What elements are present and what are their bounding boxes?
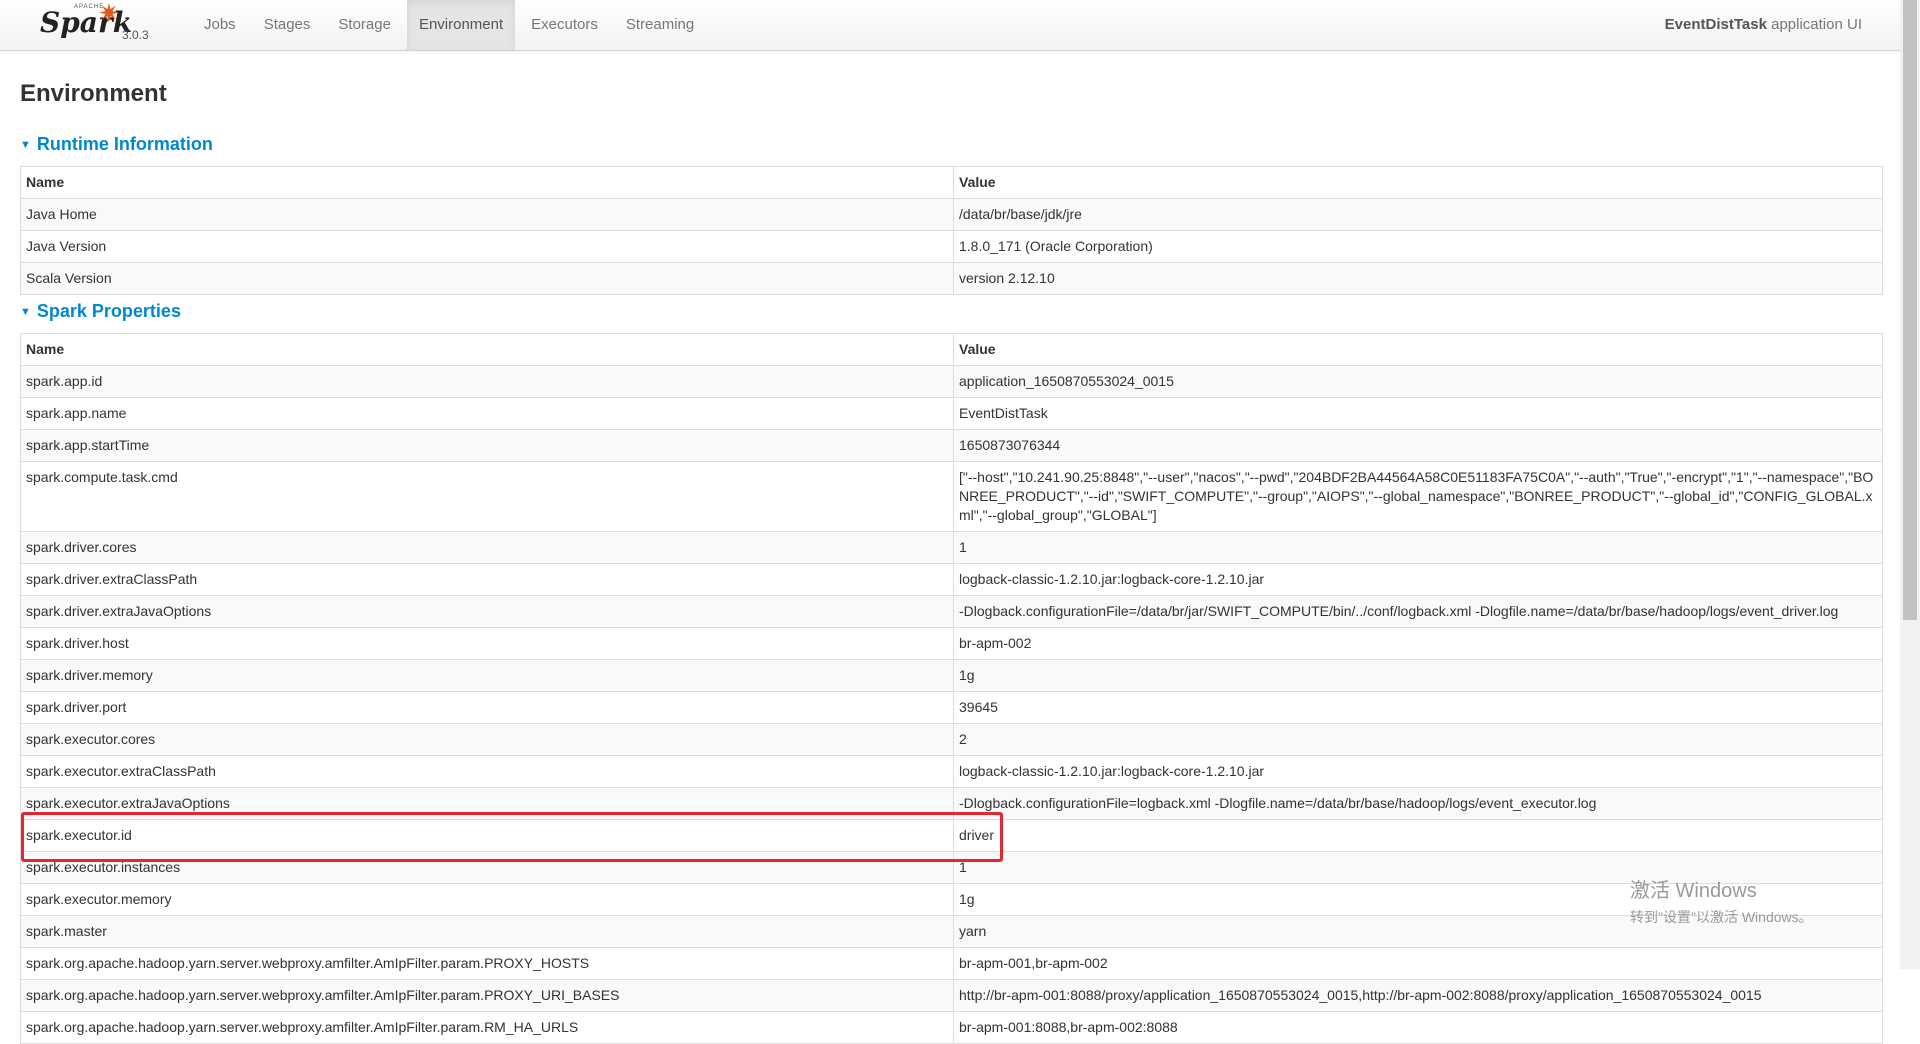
property-name: Scala Version xyxy=(20,262,954,295)
table-row: spark.driver.cores 1 xyxy=(20,531,1883,564)
property-value: application_1650870553024_0015 xyxy=(953,365,1883,398)
tab-executors[interactable]: Executors xyxy=(519,0,610,50)
page-title: Environment xyxy=(20,80,167,107)
vertical-scrollbar[interactable] xyxy=(1900,0,1920,969)
table-row: spark.org.apache.hadoop.yarn.server.webp… xyxy=(20,947,1883,980)
application-name-suffix: application UI xyxy=(1766,16,1862,33)
table-row: spark.org.apache.hadoop.yarn.server.webp… xyxy=(20,1011,1883,1044)
property-value: logback-classic-1.2.10.jar:logback-core-… xyxy=(953,755,1883,788)
spark-logo[interactable]: APACHE Spark ✷ 3.0.3 xyxy=(38,0,158,50)
tab-stages[interactable]: Stages xyxy=(252,0,323,50)
property-name: spark.driver.extraJavaOptions xyxy=(20,595,954,628)
property-value: 1 xyxy=(953,531,1883,564)
property-name: Java Home xyxy=(20,198,954,231)
table-row: spark.driver.port 39645 xyxy=(20,691,1883,724)
table-row: spark.executor.cores 2 xyxy=(20,723,1883,756)
spark-star-icon: ✷ xyxy=(98,0,120,28)
table-header-row: Name Value xyxy=(20,166,1883,199)
property-name: spark.org.apache.hadoop.yarn.server.webp… xyxy=(20,947,954,980)
spark-version: 3.0.3 xyxy=(122,28,149,42)
property-value: EventDistTask xyxy=(953,397,1883,430)
table-row: Java Home/data/br/base/jdk/jre xyxy=(20,198,1883,231)
caret-down-icon: ▼ xyxy=(20,306,31,319)
property-name: spark.master xyxy=(20,915,954,948)
property-value: br-apm-002 xyxy=(953,627,1883,660)
table-row: spark.executor.memory 1g xyxy=(20,883,1883,916)
table-row: spark.compute.task.cmd ["--host","10.241.… xyxy=(20,461,1883,532)
table-row: spark.driver.extraClassPath logback-class… xyxy=(20,563,1883,596)
table-row: spark.app.id application_1650870553024_00… xyxy=(20,365,1883,398)
property-name: spark.driver.host xyxy=(20,627,954,660)
spark-properties-title: Spark Properties xyxy=(36,301,181,321)
property-value: 1.8.0_171 (Oracle Corporation) xyxy=(953,230,1883,263)
property-name: spark.executor.memory xyxy=(20,883,954,916)
property-value: 2 xyxy=(953,723,1883,756)
column-header-value[interactable]: Value xyxy=(953,333,1883,366)
watermark-line1: 激活 Windows xyxy=(1630,880,1757,902)
property-value: /data/br/base/jdk/jre xyxy=(953,198,1883,231)
table-row: spark.org.apache.hadoop.yarn.server.webp… xyxy=(20,979,1883,1012)
property-name: spark.compute.task.cmd xyxy=(20,461,954,532)
runtime-information-title: Runtime Information xyxy=(36,134,213,154)
caret-down-icon: ▼ xyxy=(20,139,31,152)
column-header-value[interactable]: Value xyxy=(953,166,1883,199)
table-header-row: Name Value xyxy=(20,333,1883,366)
table-row: spark.master yarn xyxy=(20,915,1883,948)
property-value: version 2.12.10 xyxy=(953,262,1883,295)
tab-storage[interactable]: Storage xyxy=(326,0,403,50)
application-name: EventDistTask application UI xyxy=(1665,0,1862,50)
watermark-line2: 转到"设置"以激活 Windows。 xyxy=(1630,909,1813,925)
table-row: spark.app.name EventDistTask xyxy=(20,397,1883,430)
property-name: spark.org.apache.hadoop.yarn.server.webp… xyxy=(20,979,954,1012)
spark-properties-toggle[interactable]: ▼ Spark Properties xyxy=(20,301,181,322)
property-value: ["--host","10.241.90.25:8848","--user","… xyxy=(953,461,1883,532)
table-row: spark.app.startTime 1650873076344 xyxy=(20,429,1883,462)
scrollbar-thumb[interactable] xyxy=(1903,0,1917,620)
property-value: -Dlogback.configurationFile=logback.xml … xyxy=(953,787,1883,820)
tab-jobs[interactable]: Jobs xyxy=(192,0,248,50)
table-row: Scala Version version 2.12.10 xyxy=(20,262,1883,295)
property-name: spark.app.startTime xyxy=(20,429,954,462)
property-name: spark.executor.extraClassPath xyxy=(20,755,954,788)
property-value: br-apm-001,br-apm-002 xyxy=(953,947,1883,980)
property-name: Java Version xyxy=(20,230,954,263)
property-name: spark.executor.cores xyxy=(20,723,954,756)
property-name: spark.driver.cores xyxy=(20,531,954,564)
property-value: http://br-apm-001:8088/proxy/application… xyxy=(953,979,1883,1012)
property-name: spark.driver.extraClassPath xyxy=(20,563,954,596)
table-row: spark.executor.extraClassPath logback-cla… xyxy=(20,755,1883,788)
property-value: br-apm-001:8088,br-apm-002:8088 xyxy=(953,1011,1883,1044)
table-row: spark.driver.host br-apm-002 xyxy=(20,627,1883,660)
table-row: Java Version 1.8.0_171 (Oracle Corporatio… xyxy=(20,230,1883,263)
property-value: 39645 xyxy=(953,691,1883,724)
table-row: spark.driver.extraJavaOptions -Dlogback.c… xyxy=(20,595,1883,628)
property-value: 1650873076344 xyxy=(953,429,1883,462)
property-name: spark.app.name xyxy=(20,397,954,430)
property-value: logback-classic-1.2.10.jar:logback-core-… xyxy=(953,563,1883,596)
column-header-name[interactable]: Name xyxy=(20,166,954,199)
property-name: spark.driver.port xyxy=(20,691,954,724)
property-name: spark.org.apache.hadoop.yarn.server.webp… xyxy=(20,1011,954,1044)
spark-properties-table: Name Value spark.app.id application_16508… xyxy=(20,333,1883,1044)
red-highlight-box xyxy=(21,812,1003,862)
application-name-bold: EventDistTask xyxy=(1664,16,1767,33)
windows-activation-watermark: 激活 Windows 转到"设置"以激活 Windows。 xyxy=(1630,874,1813,927)
tab-environment[interactable]: Environment xyxy=(406,0,516,50)
table-row: spark.driver.memory 1g xyxy=(20,659,1883,692)
column-header-name[interactable]: Name xyxy=(20,333,954,366)
property-name: spark.driver.memory xyxy=(20,659,954,692)
property-name: spark.app.id xyxy=(20,365,954,398)
property-value: 1g xyxy=(953,659,1883,692)
tab-streaming[interactable]: Streaming xyxy=(614,0,706,50)
nav-tabs: Jobs Stages Storage Environment Executor… xyxy=(192,0,710,50)
runtime-information-toggle[interactable]: ▼ Runtime Information xyxy=(20,134,213,155)
property-value: driver xyxy=(953,819,1883,852)
property-value: -Dlogback.configurationFile=/data/br/jar… xyxy=(953,595,1883,628)
top-navbar: APACHE Spark ✷ 3.0.3 Jobs Stages Storage… xyxy=(0,0,1900,51)
runtime-information-table: Name Value Java Home/data/br/base/jdk/jr… xyxy=(20,166,1883,295)
